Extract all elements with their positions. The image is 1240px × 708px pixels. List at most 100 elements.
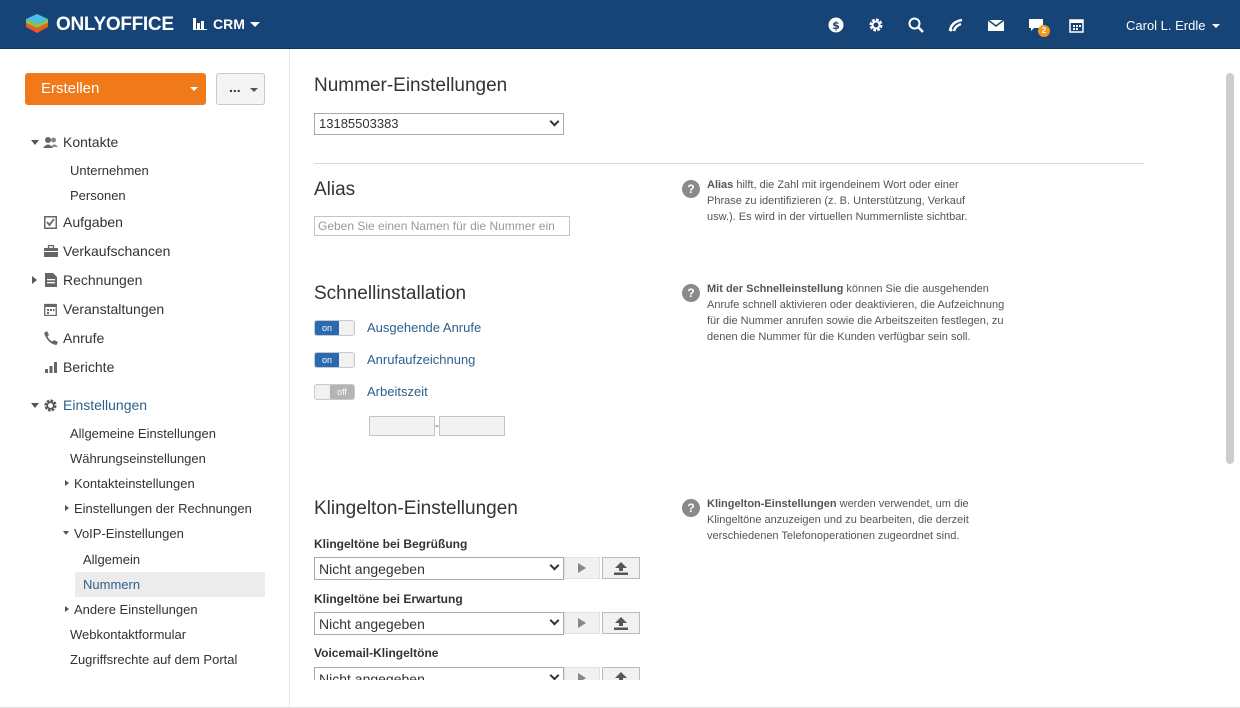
- play-waiting-button[interactable]: [564, 612, 600, 634]
- working-hours-label[interactable]: Arbeitszeit: [367, 384, 428, 399]
- upload-icon: [615, 671, 627, 680]
- number-settings-title: Nummer-Einstellungen: [314, 75, 508, 96]
- working-hours-end-input[interactable]: [439, 416, 505, 436]
- chevron-down-icon: [549, 116, 560, 127]
- sidebar-item-aufgaben[interactable]: Aufgaben: [0, 211, 290, 233]
- tasks-icon: [43, 215, 58, 230]
- dollar-icon[interactable]: $: [826, 15, 846, 35]
- call-recording-toggle[interactable]: on: [314, 352, 355, 368]
- play-voicemail-button[interactable]: [564, 667, 600, 680]
- sidebar-item-allgemeine-einstellungen[interactable]: Allgemeine Einstellungen: [70, 423, 216, 443]
- user-menu[interactable]: Carol L. Erdle: [1126, 18, 1221, 33]
- logo-text: ONLYOFFICE: [56, 14, 174, 35]
- play-greeting-button[interactable]: [564, 557, 600, 579]
- sidebar-item-label: Währungseinstellungen: [70, 450, 206, 466]
- sidebar-item-label: Kontakteinstellungen: [74, 475, 195, 491]
- chevron-down-icon: [1212, 23, 1221, 28]
- sidebar-item-label: Einstellungen der Rechnungen: [74, 500, 252, 516]
- feed-icon[interactable]: [946, 15, 966, 35]
- sidebar-item-label: Einstellungen: [63, 397, 148, 413]
- upload-icon: [614, 561, 628, 575]
- sidebar-item-label: Zugriffsrechte auf dem Portal: [70, 651, 238, 667]
- voicemail-ringtone-value: Nicht angegeben: [319, 671, 425, 680]
- sidebar-item-veranstaltungen[interactable]: Veranstaltungen: [0, 298, 290, 320]
- sidebar-item-webkontaktformular[interactable]: Webkontaktformular: [70, 624, 186, 644]
- sidebar-item-einstellungen[interactable]: Einstellungen: [0, 394, 290, 416]
- page-scrollbar[interactable]: [1226, 73, 1234, 464]
- sidebar-item-kontakte[interactable]: Kontakte: [0, 131, 290, 153]
- sidebar-item-kontakteinstellungen[interactable]: Kontakteinstellungen: [65, 473, 195, 493]
- expand-arrow-icon[interactable]: [65, 606, 69, 612]
- waiting-ringtone-select[interactable]: Nicht angegeben: [314, 612, 564, 635]
- create-button[interactable]: Erstellen: [25, 73, 206, 105]
- sidebar-item-label: Anrufe: [63, 330, 105, 346]
- help-icon[interactable]: ?: [682, 499, 700, 517]
- chat-icon[interactable]: 2: [1026, 15, 1050, 37]
- calendar-icon[interactable]: [1066, 15, 1086, 35]
- search-icon[interactable]: [906, 15, 926, 35]
- ringtone-help-text: Klingelton-Einstellungen werden verwende…: [707, 496, 997, 544]
- sidebar-item-andere-einstellungen[interactable]: Andere Einstellungen: [65, 599, 198, 619]
- alias-help-bold: Alias: [707, 179, 734, 191]
- upload-greeting-button[interactable]: [602, 557, 640, 579]
- greeting-ringtone-value: Nicht angegeben: [319, 561, 425, 577]
- sidebar-item-verkaufschancen[interactable]: Verkaufschancen: [0, 240, 290, 262]
- play-icon: [578, 673, 586, 680]
- sidebar-item-rechnungen[interactable]: Rechnungen: [0, 269, 290, 291]
- more-actions-button[interactable]: ...: [216, 73, 265, 105]
- alias-help-body: hilft, die Zahl mit irgendeinem Wort ode…: [707, 179, 968, 223]
- module-switcher[interactable]: CRM: [193, 16, 260, 32]
- number-select-value: 13185503383: [319, 116, 399, 131]
- sidebar-item-label: Aufgaben: [63, 214, 123, 230]
- help-icon[interactable]: ?: [682, 180, 700, 198]
- sidebar-item-unternehmen[interactable]: Unternehmen: [70, 160, 149, 180]
- call-recording-label[interactable]: Anrufaufzeichnung: [367, 352, 475, 367]
- expand-arrow-icon[interactable]: [65, 505, 69, 511]
- sidebar-item-voip-einstellungen[interactable]: VoIP-Einstellungen: [63, 523, 184, 543]
- sidebar-item-nummern[interactable]: Nummern: [75, 572, 265, 597]
- greeting-ringtone-select[interactable]: Nicht angegeben: [314, 557, 564, 580]
- number-select[interactable]: 13185503383: [314, 113, 564, 135]
- ring-help-bold: Klingelton-Einstellungen: [707, 498, 837, 510]
- expand-arrow-icon[interactable]: [63, 531, 69, 535]
- sidebar-item-einstellungen-der-rechnungen[interactable]: Einstellungen der Rechnungen: [65, 498, 252, 518]
- create-button-label: Erstellen: [41, 80, 100, 97]
- voicemail-ringtone-label: Voicemail-Klingeltöne: [314, 646, 439, 660]
- chevron-down-icon: [249, 21, 260, 27]
- voicemail-ringtone-select[interactable]: Nicht angegeben: [314, 667, 564, 680]
- expand-arrow-icon[interactable]: [31, 139, 39, 145]
- sidebar-item-anrufe[interactable]: Anrufe: [0, 327, 290, 349]
- sidebar-item-personen[interactable]: Personen: [70, 185, 126, 205]
- contacts-icon: [43, 135, 58, 150]
- sidebar-item-waehrungseinstellungen[interactable]: Währungseinstellungen: [70, 448, 206, 468]
- help-icon[interactable]: ?: [682, 284, 700, 302]
- sidebar-item-zugriffsrechte[interactable]: Zugriffsrechte auf dem Portal: [70, 649, 237, 669]
- sidebar-item-berichte[interactable]: Berichte: [0, 356, 290, 378]
- outgoing-calls-label[interactable]: Ausgehende Anrufe: [367, 320, 481, 335]
- expand-arrow-icon[interactable]: [31, 402, 39, 408]
- greeting-ringtone-label: Klingeltöne bei Begrüßung: [314, 537, 468, 551]
- expand-arrow-icon[interactable]: [32, 276, 37, 284]
- upload-waiting-button[interactable]: [602, 612, 640, 634]
- toggle-on-state: on: [315, 321, 339, 335]
- user-name: Carol L. Erdle: [1126, 18, 1206, 33]
- upload-voicemail-button[interactable]: [602, 667, 640, 680]
- more-button-label: ...: [229, 79, 241, 95]
- sidebar-item-label: Allgemein: [83, 551, 141, 567]
- alias-input-placeholder: Geben Sie einen Namen für die Nummer ein: [318, 219, 555, 233]
- working-hours-start-input[interactable]: [369, 416, 435, 436]
- toggle-off-state: off: [330, 385, 354, 399]
- onlyoffice-logo[interactable]: ONLYOFFICE: [24, 12, 174, 38]
- play-icon: [578, 618, 586, 628]
- notification-badge: 2: [1038, 25, 1050, 37]
- expand-arrow-icon[interactable]: [65, 480, 69, 486]
- sidebar-item-allgemein[interactable]: Allgemein: [83, 549, 140, 569]
- play-icon: [578, 563, 586, 573]
- alias-help-text: Alias hilft, die Zahl mit irgendeinem Wo…: [707, 177, 992, 225]
- mail-icon[interactable]: [986, 15, 1006, 35]
- working-hours-toggle[interactable]: off: [314, 384, 355, 400]
- outgoing-calls-toggle[interactable]: on: [314, 320, 355, 336]
- alias-title: Alias: [314, 179, 356, 200]
- gear-icon[interactable]: [866, 15, 886, 35]
- alias-input[interactable]: Geben Sie einen Namen für die Nummer ein: [314, 216, 570, 236]
